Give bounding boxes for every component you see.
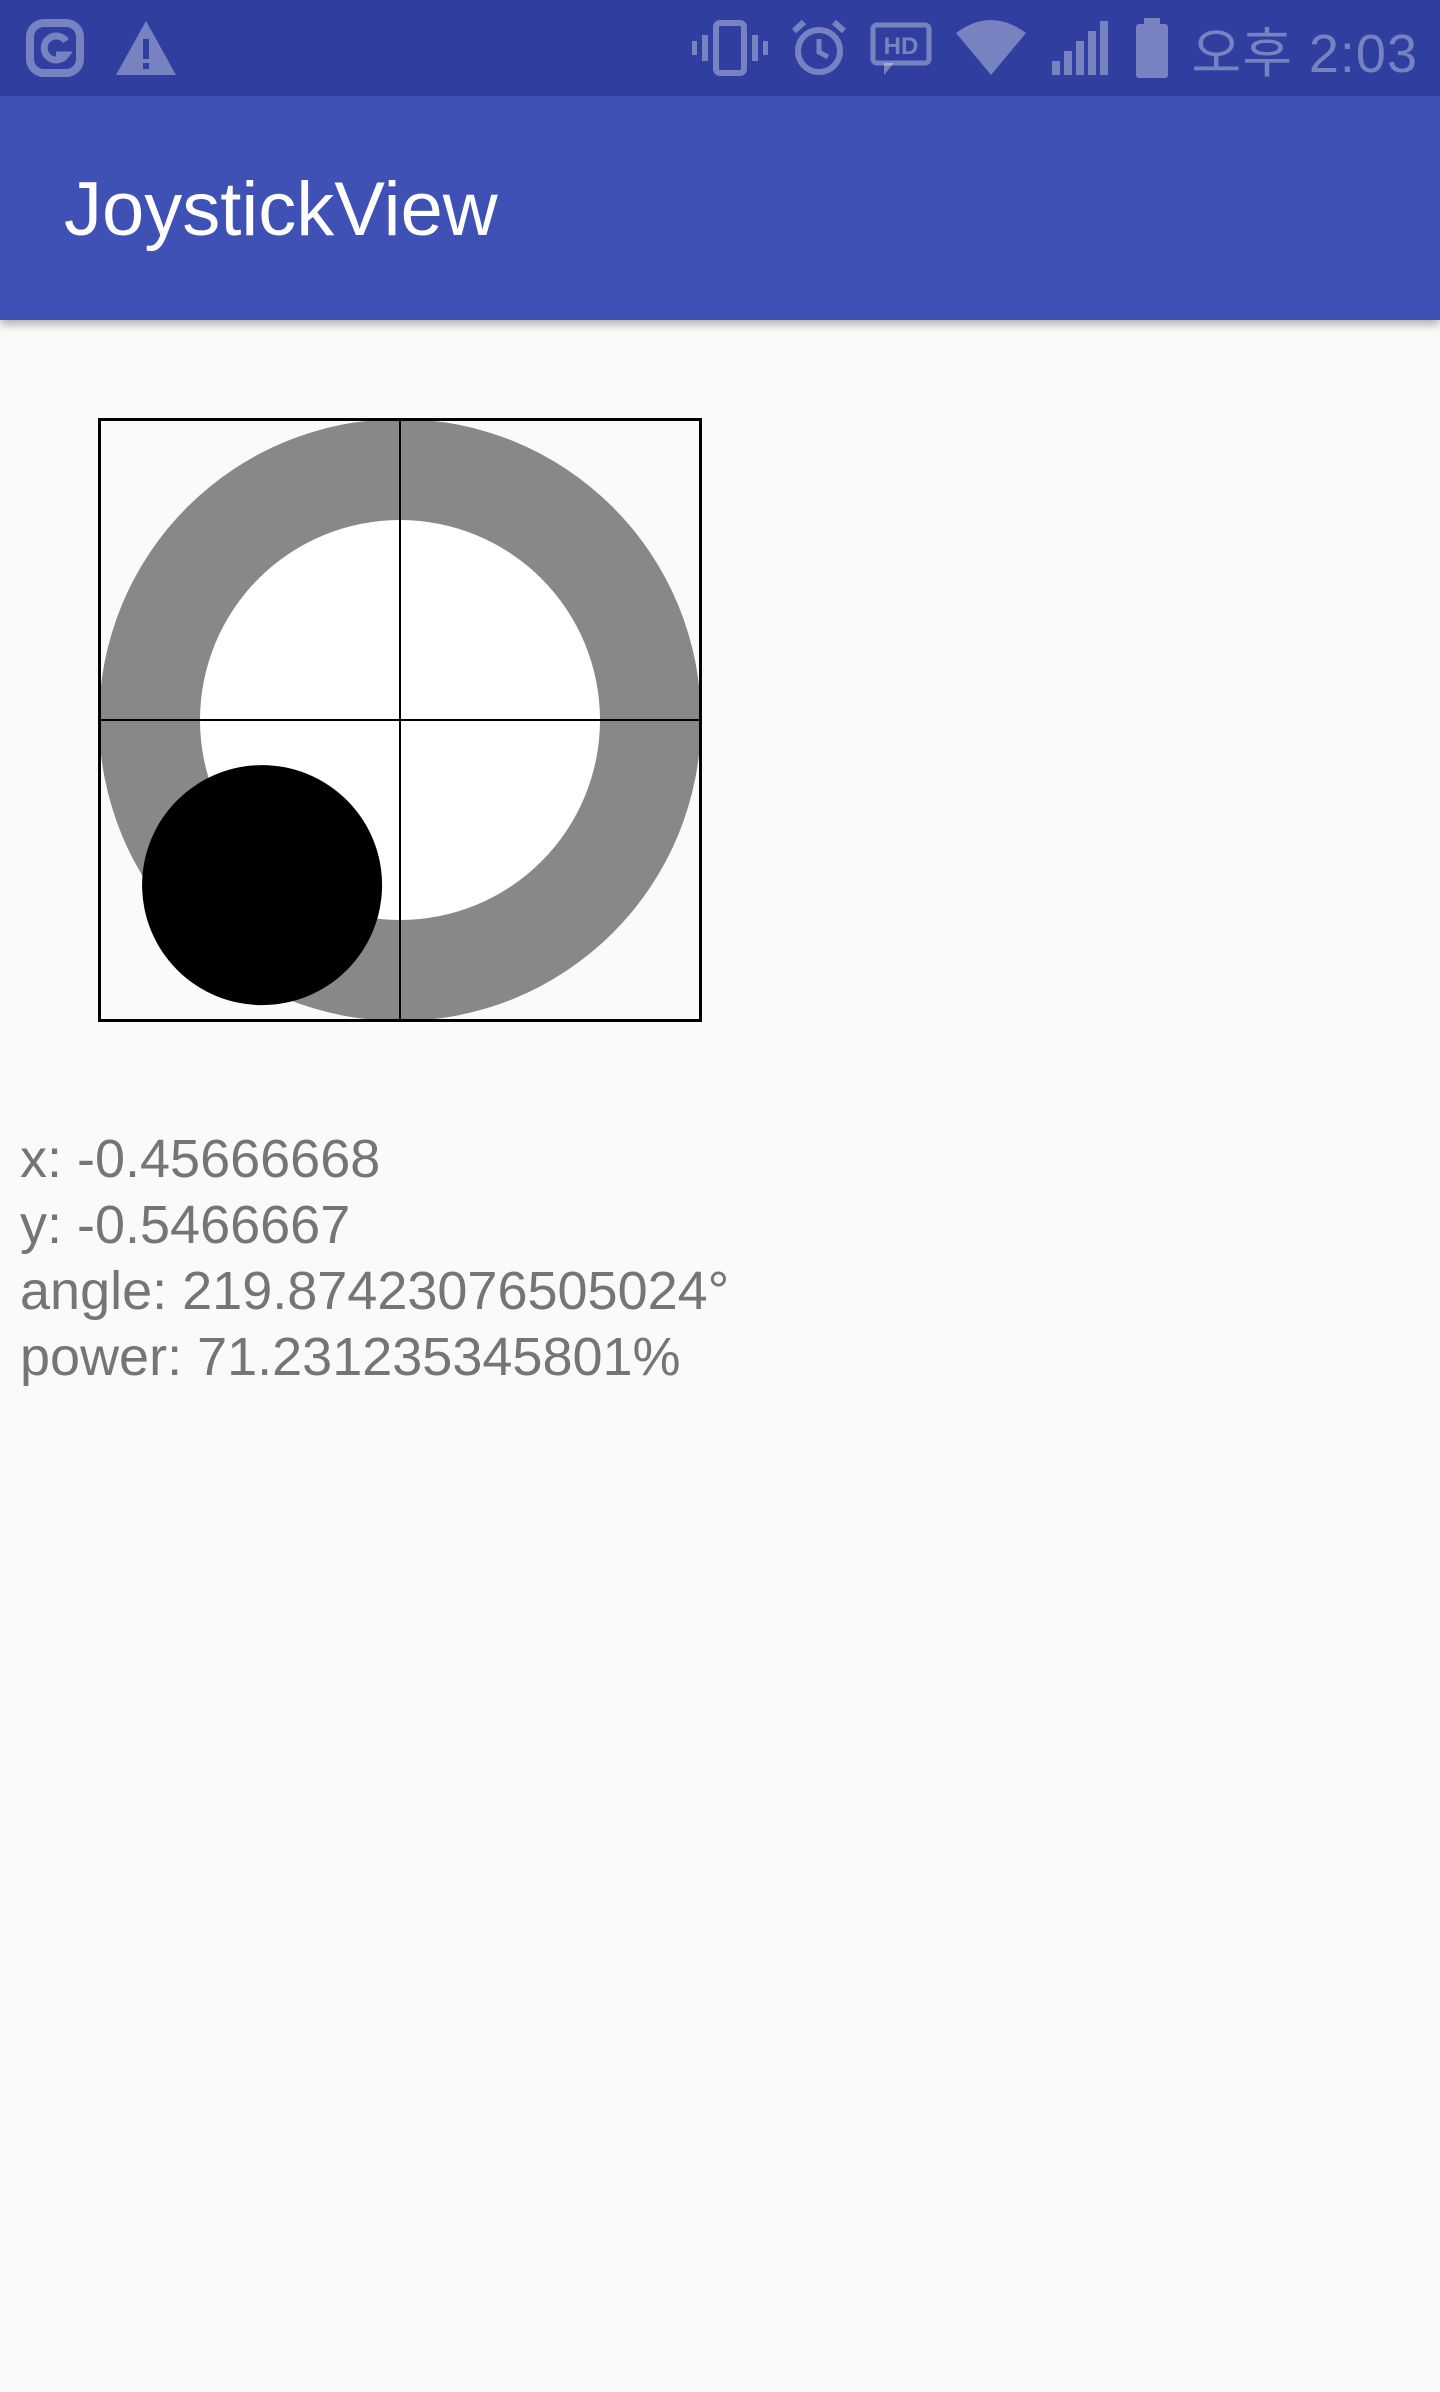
status-left-icons <box>26 16 178 80</box>
battery-icon <box>1135 18 1168 78</box>
wifi-icon <box>955 20 1026 75</box>
joystick-readout: x: -0.45666668 y: -0.5466667 angle: 219.… <box>20 1126 729 1390</box>
notification-app-icon <box>26 19 84 77</box>
status-bar: HD 오후 2:03 <box>0 0 1440 96</box>
joystick-view[interactable] <box>98 418 702 1022</box>
app-bar: JoystickView <box>0 96 1440 320</box>
x-value: x: -0.45666668 <box>20 1129 381 1189</box>
app-title: JoystickView <box>64 167 498 252</box>
warning-icon <box>116 21 176 75</box>
y-value: y: -0.5466667 <box>20 1195 351 1255</box>
joystick-knob[interactable] <box>142 765 383 1006</box>
power-value: power: 71.231235345801% <box>20 1327 681 1387</box>
angle-value: angle: 219.87423076505024° <box>20 1261 730 1321</box>
signal-icon <box>1051 21 1108 75</box>
status-time: 오후 2:03 <box>1191 23 1418 84</box>
hd-voice-icon: HD <box>870 22 932 75</box>
alarm-icon <box>791 19 846 75</box>
status-right-icons: HD 오후 2:03 <box>691 16 1418 84</box>
svg-text:HD: HD <box>883 33 918 60</box>
vibrate-icon <box>691 20 768 76</box>
